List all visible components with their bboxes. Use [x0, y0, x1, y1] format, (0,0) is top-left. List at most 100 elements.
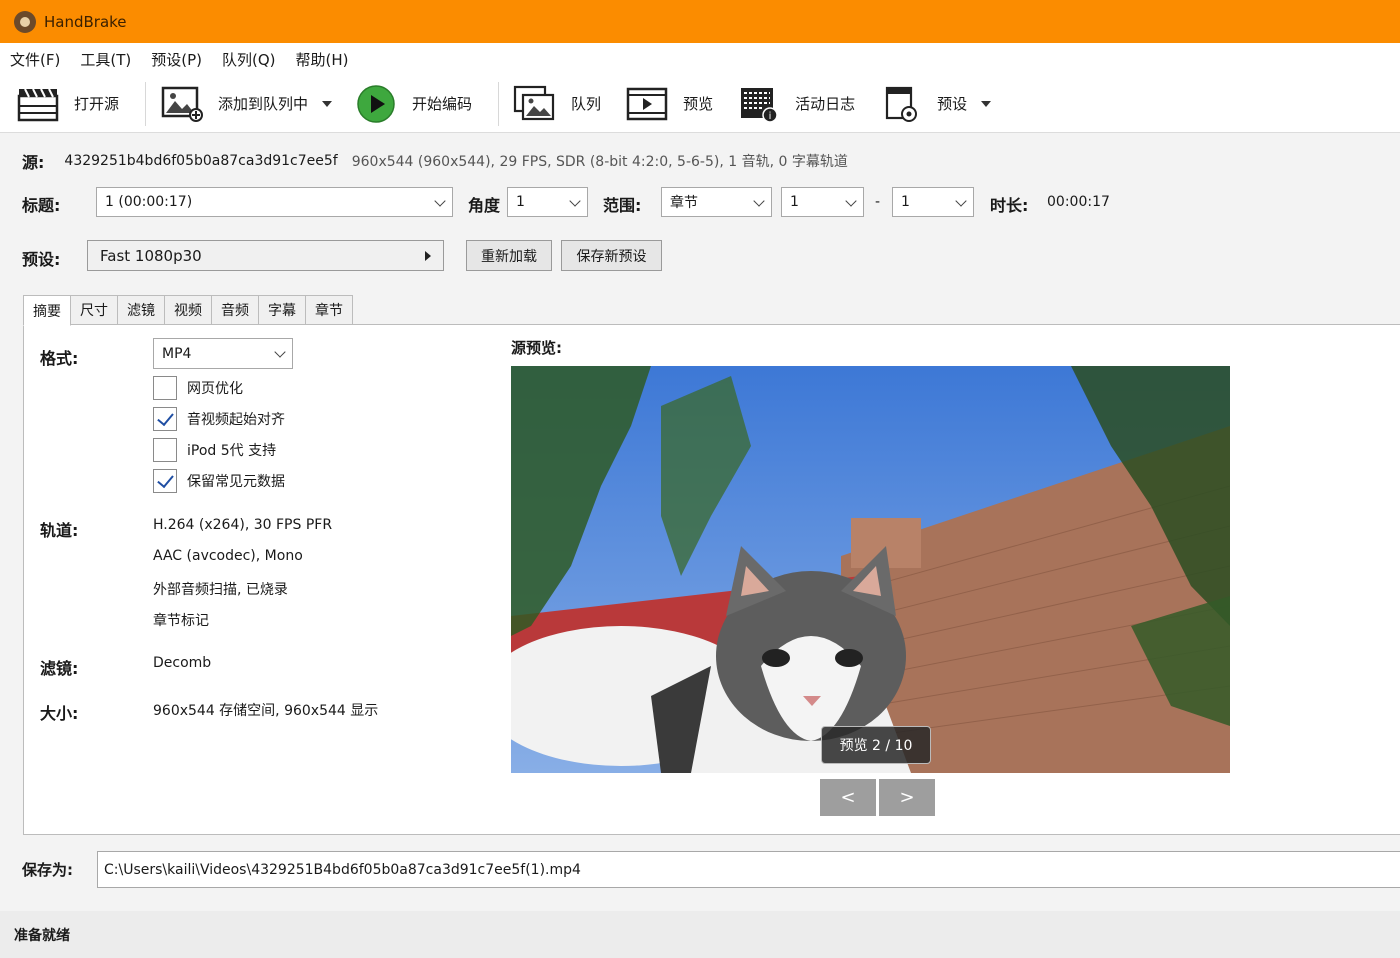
- preset-selector[interactable]: Fast 1080p30: [87, 240, 444, 271]
- size-label: 大小:: [40, 704, 79, 723]
- status-bar: 准备就绪: [0, 911, 1400, 958]
- title-select[interactable]: 1 (00:00:17): [96, 187, 453, 217]
- align-av-start-label: 音视频起始对齐: [187, 412, 285, 428]
- chevron-down-icon: [753, 195, 765, 207]
- web-optimized-label: 网页优化: [187, 381, 243, 397]
- open-source-label: 打开源: [74, 95, 120, 113]
- tracks-label: 轨道:: [40, 521, 79, 540]
- toolbar-separator: [145, 81, 147, 126]
- source-name: 4329251b4bd6f05b0a87ca3d91c7ee5f: [64, 153, 338, 169]
- start-encode-button[interactable]: 开始编码: [348, 80, 490, 128]
- range-end-select[interactable]: 1: [892, 187, 974, 217]
- tab-video[interactable]: 视频: [165, 295, 212, 325]
- menu-file[interactable]: 文件(F): [10, 49, 60, 70]
- film-play-icon: [625, 84, 669, 124]
- queue-images-icon: [513, 84, 557, 124]
- title-bar: HandBrake: [0, 0, 1400, 43]
- duration-value: 00:00:17: [1047, 194, 1110, 210]
- tab-chapters[interactable]: 章节: [306, 295, 353, 325]
- format-value: MP4: [162, 345, 192, 362]
- title-select-value: 1 (00:00:17): [105, 194, 193, 210]
- preset-label: 预设:: [22, 250, 61, 269]
- option-passthru-metadata[interactable]: 保留常见元数据: [153, 469, 285, 493]
- save-new-preset-button[interactable]: 保存新预设: [561, 240, 662, 271]
- preview-counter-badge: 预览 2 / 10: [821, 726, 931, 764]
- chevron-down-icon: [955, 195, 967, 207]
- filters-value: Decomb: [153, 655, 212, 671]
- range-end-value: 1: [901, 194, 910, 210]
- range-label: 范围:: [603, 196, 642, 215]
- menu-queue[interactable]: 队列(Q): [222, 49, 276, 70]
- align-av-start-checkbox[interactable]: [153, 407, 177, 431]
- chevron-right-icon: [425, 251, 431, 261]
- presets-button[interactable]: 预设: [873, 80, 1007, 128]
- next-preview-button[interactable]: >: [879, 779, 935, 816]
- passthru-metadata-checkbox[interactable]: [153, 469, 177, 493]
- menu-tools[interactable]: 工具(T): [80, 49, 131, 70]
- option-align-av-start[interactable]: 音视频起始对齐: [153, 407, 285, 431]
- handbrake-logo-icon: [14, 10, 36, 33]
- activity-log-button[interactable]: i 活动日志: [731, 80, 873, 128]
- activity-log-label: 活动日志: [795, 95, 856, 113]
- preset-settings-icon: [879, 84, 923, 124]
- svg-text:i: i: [769, 111, 772, 122]
- source-label: 源:: [22, 153, 45, 172]
- range-type-value: 章节: [670, 195, 698, 211]
- chevron-down-icon: [274, 346, 286, 358]
- presets-label: 预设: [937, 95, 968, 113]
- option-ipod-support[interactable]: iPod 5代 支持: [153, 438, 276, 462]
- chevron-down-icon: [434, 195, 446, 207]
- option-web-optimized[interactable]: 网页优化: [153, 376, 243, 400]
- open-source-button[interactable]: 打开源: [10, 80, 137, 128]
- previous-preview-button[interactable]: <: [820, 779, 876, 816]
- source-details: 960x544 (960x544), 29 FPS, SDR (8-bit 4:…: [351, 154, 848, 170]
- reload-button[interactable]: 重新加载: [466, 240, 552, 271]
- add-image-icon: [160, 84, 204, 124]
- tab-dimensions[interactable]: 尺寸: [71, 295, 118, 325]
- clapperboard-icon: [16, 84, 60, 124]
- track-audio: AAC (avcodec), Mono: [153, 548, 303, 564]
- play-icon: [354, 84, 398, 124]
- format-select[interactable]: MP4: [153, 338, 293, 369]
- tab-subtitles[interactable]: 字幕: [259, 295, 306, 325]
- source-preview-title: 源预览:: [511, 339, 562, 357]
- save-path-input[interactable]: C:\Users\kaili\Videos\4329251B4bd6f05b0a…: [97, 851, 1400, 888]
- chevron-down-icon: [845, 195, 857, 207]
- tab-audio[interactable]: 音频: [212, 295, 259, 325]
- menu-help[interactable]: 帮助(H): [295, 49, 348, 70]
- tab-bar: 摘要 尺寸 滤镜 视频 音频 字幕 章节: [23, 295, 353, 326]
- track-video: H.264 (x264), 30 FPS PFR: [153, 517, 333, 533]
- format-label: 格式:: [40, 349, 79, 368]
- web-optimized-checkbox[interactable]: [153, 376, 177, 400]
- angle-select-value: 1: [516, 194, 525, 210]
- window-title: HandBrake: [44, 12, 127, 31]
- add-to-queue-button[interactable]: 添加到队列中: [154, 80, 348, 128]
- tab-filters[interactable]: 滤镜: [118, 295, 165, 325]
- size-value: 960x544 存储空间, 960x544 显示: [153, 703, 379, 719]
- toolbar: 打开源 添加到队列中 开始编码 队列 预览 i 活动日志 预设: [0, 75, 1400, 133]
- angle-label: 角度: [468, 196, 501, 215]
- track-foreign-audio: 外部音频扫描, 已烧录: [153, 582, 288, 598]
- activity-log-icon: i: [737, 84, 781, 124]
- range-start-value: 1: [790, 194, 799, 210]
- menu-presets[interactable]: 预设(P): [151, 49, 202, 70]
- range-type-select[interactable]: 章节: [661, 187, 772, 217]
- preview-button[interactable]: 预览: [619, 80, 731, 128]
- passthru-metadata-label: 保留常见元数据: [187, 474, 285, 490]
- duration-label: 时长:: [990, 196, 1029, 215]
- ipod-support-checkbox[interactable]: [153, 438, 177, 462]
- save-path-value: C:\Users\kaili\Videos\4329251B4bd6f05b0a…: [104, 861, 581, 878]
- queue-button[interactable]: 队列: [507, 80, 619, 128]
- chevron-down-icon[interactable]: [981, 100, 992, 107]
- chevron-down-icon[interactable]: [322, 100, 333, 107]
- range-start-select[interactable]: 1: [781, 187, 864, 217]
- preset-value: Fast 1080p30: [100, 246, 202, 265]
- tab-summary[interactable]: 摘要: [23, 295, 71, 326]
- angle-select[interactable]: 1: [507, 187, 588, 217]
- queue-label: 队列: [571, 95, 602, 113]
- track-chapters: 章节标记: [153, 613, 209, 629]
- toolbar-separator: [498, 81, 500, 126]
- add-to-queue-label: 添加到队列中: [218, 95, 309, 113]
- title-label: 标题:: [22, 196, 61, 215]
- status-text: 准备就绪: [14, 927, 70, 944]
